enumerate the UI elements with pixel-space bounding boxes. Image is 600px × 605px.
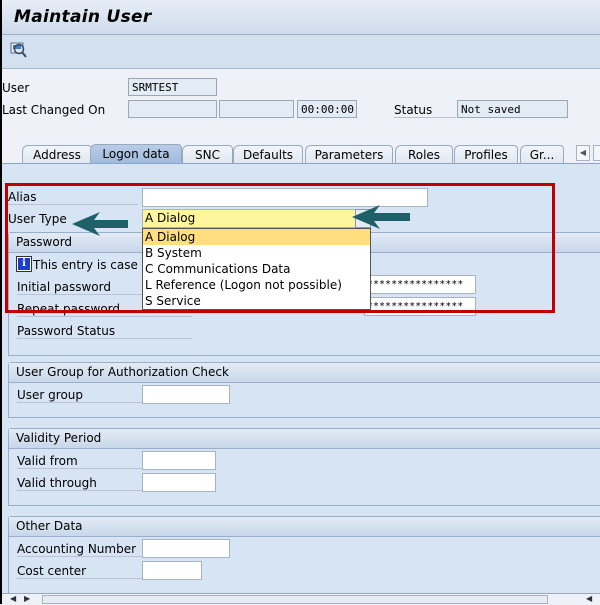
user-type-option[interactable]: L Reference (Logon not possible) xyxy=(143,277,370,293)
tab-defaults[interactable]: Defaults xyxy=(233,145,303,164)
right-arrow-annotation-icon xyxy=(352,205,410,229)
tab-address[interactable]: Address xyxy=(22,145,92,164)
cost-center-label: Cost center xyxy=(17,564,142,579)
last-changed-by-field xyxy=(128,100,217,118)
left-arrow-annotation-icon xyxy=(72,212,128,236)
tab-parameters[interactable]: Parameters xyxy=(305,145,393,164)
cost-center-input[interactable] xyxy=(142,561,202,580)
initial-password-input[interactable]: **************** xyxy=(364,275,476,294)
tab-snc[interactable]: SNC xyxy=(182,145,233,164)
accounting-number-label: Accounting Number xyxy=(17,542,142,557)
accounting-number-input[interactable] xyxy=(142,539,230,558)
scroll-left-end-icon[interactable]: ◀ xyxy=(586,594,592,603)
info-icon: i xyxy=(16,256,32,272)
user-type-option[interactable]: B System xyxy=(143,245,370,261)
status-field: Not saved xyxy=(457,100,568,118)
user-group-input[interactable] xyxy=(142,385,230,404)
last-changed-time-field: 00:00:00 xyxy=(297,100,357,118)
user-type-option[interactable]: C Communications Data xyxy=(143,261,370,277)
scroll-left-icon[interactable]: ◀ xyxy=(10,594,16,603)
status-label: Status xyxy=(394,103,456,118)
user-group-section: User Group for Authorization Check User … xyxy=(8,362,600,418)
tab-profiles[interactable]: Profiles xyxy=(454,145,518,164)
other-data-section: Other Data Accounting Number Cost center xyxy=(8,516,600,594)
header-area: User SRMTEST Last Changed On 00:00:00 St… xyxy=(2,69,600,134)
password-info-text: This entry is case s xyxy=(33,258,148,272)
other-data-title: Other Data xyxy=(9,517,600,537)
user-type-select[interactable]: A Dialog xyxy=(142,209,370,228)
user-group-label: User group xyxy=(17,388,142,403)
tab-logon-data[interactable]: Logon data xyxy=(90,144,182,165)
tab-scroll-right-button[interactable] xyxy=(593,145,600,161)
tab-groups[interactable]: Gr... xyxy=(520,145,564,164)
valid-from-input[interactable] xyxy=(142,451,216,470)
repeat-password-input[interactable]: **************** xyxy=(364,297,476,316)
user-type-label: User Type xyxy=(8,212,67,226)
title-bar: Maintain User xyxy=(2,0,600,35)
page-title: Maintain User xyxy=(14,7,152,27)
application-toolbar xyxy=(2,35,600,69)
password-status-label: Password Status xyxy=(17,324,192,339)
tab-strip: Address Logon data SNC Defaults Paramete… xyxy=(2,134,600,165)
scroll-thumb[interactable] xyxy=(42,595,548,604)
user-type-option[interactable]: S Service xyxy=(143,293,370,309)
valid-from-label: Valid from xyxy=(17,454,142,469)
validity-period-section: Validity Period Valid from Valid through xyxy=(8,428,600,506)
user-field: SRMTEST xyxy=(128,78,217,96)
horizontal-scrollbar[interactable]: ◀ ▶ ◀ xyxy=(2,593,600,605)
display-details-icon[interactable] xyxy=(10,41,28,59)
validity-period-title: Validity Period xyxy=(9,429,600,449)
valid-through-label: Valid through xyxy=(17,476,142,491)
alias-label: Alias xyxy=(8,190,138,205)
valid-through-input[interactable] xyxy=(142,473,216,492)
user-type-option[interactable]: A Dialog xyxy=(143,229,370,245)
user-group-section-title: User Group for Authorization Check xyxy=(9,363,600,383)
user-type-options-list: A Dialog B System C Communications Data … xyxy=(142,228,371,310)
tab-roles[interactable]: Roles xyxy=(395,145,453,164)
user-label: User xyxy=(2,81,30,95)
last-changed-date-field xyxy=(219,100,294,118)
scroll-right-icon[interactable]: ▶ xyxy=(24,594,30,603)
last-changed-label: Last Changed On xyxy=(2,103,106,117)
tab-scroll-left-button[interactable]: ◀ xyxy=(576,145,590,161)
